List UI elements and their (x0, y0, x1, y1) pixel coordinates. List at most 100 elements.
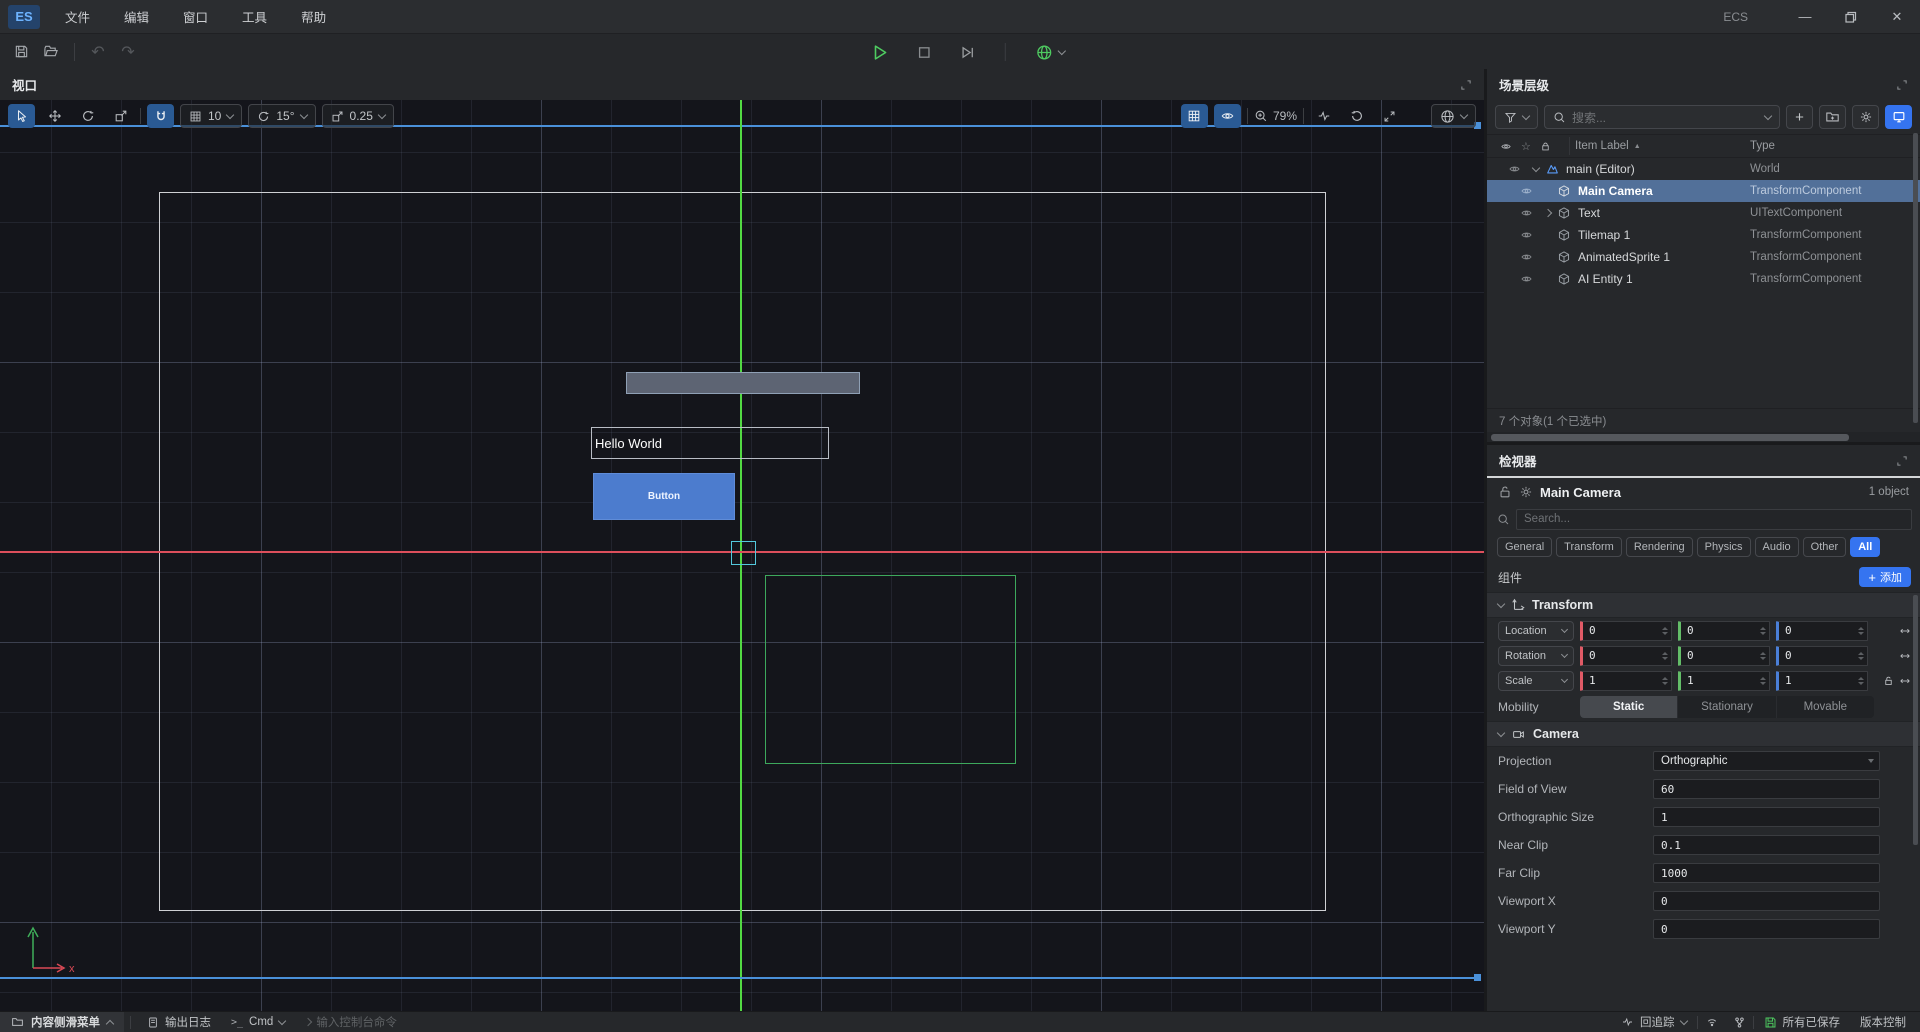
zoom-indicator[interactable]: 79% (1254, 109, 1297, 123)
location-dropdown[interactable]: Location (1498, 621, 1574, 641)
hierarchy-search-input[interactable]: 搜索... (1544, 105, 1780, 129)
play-button[interactable] (865, 38, 895, 66)
eye-icon[interactable] (1507, 163, 1522, 175)
chevron-right-icon[interactable] (1544, 209, 1552, 217)
output-log-button[interactable]: 输出日志 (137, 1014, 221, 1030)
lock-open-icon[interactable] (1498, 485, 1512, 499)
ui-panel-object[interactable] (626, 372, 860, 394)
tree-row-tilemap[interactable]: Tilemap 1 TransformComponent (1487, 224, 1920, 246)
tab-audio[interactable]: Audio (1755, 537, 1799, 557)
tree-row-text[interactable]: Text UITextComponent (1487, 202, 1920, 224)
open-project-button[interactable] (36, 38, 66, 66)
viewport-x-field[interactable]: 0 (1653, 891, 1880, 911)
menu-edit[interactable]: 编辑 (107, 0, 166, 33)
menu-help[interactable]: 帮助 (284, 0, 343, 33)
stepper-icon[interactable] (1858, 652, 1864, 660)
eye-icon[interactable] (1519, 229, 1534, 241)
stepper-icon[interactable] (1858, 627, 1864, 635)
ui-text-object[interactable]: Hello World (591, 427, 829, 459)
select-tool-button[interactable] (8, 104, 35, 128)
tab-transform[interactable]: Transform (1556, 537, 1622, 557)
eye-icon[interactable] (1519, 185, 1534, 197)
tab-general[interactable]: General (1497, 537, 1552, 557)
scene-canvas[interactable]: 10 15° 0.25 (0, 100, 1484, 1011)
hierarchy-horizontal-scrollbar[interactable] (1487, 432, 1920, 442)
step-button[interactable] (953, 38, 983, 66)
location-x-field[interactable]: 0 (1580, 621, 1672, 641)
stepper-icon[interactable] (1760, 652, 1766, 660)
tab-physics[interactable]: Physics (1697, 537, 1751, 557)
menu-window[interactable]: 窗口 (166, 0, 225, 33)
location-z-field[interactable]: 0 (1776, 621, 1868, 641)
ui-button-object[interactable]: Button (593, 473, 735, 520)
maximize-button[interactable] (1828, 0, 1874, 33)
scale-snap-dropdown[interactable]: 0.25 (322, 104, 394, 128)
move-tool-button[interactable] (41, 104, 68, 128)
tree-row-main-camera[interactable]: Main Camera TransformComponent (1487, 180, 1920, 202)
far-clip-field[interactable]: 1000 (1653, 863, 1880, 883)
hierarchy-expand-icon[interactable] (1896, 79, 1908, 91)
scale-z-field[interactable]: 1 (1776, 671, 1868, 691)
redo-button[interactable]: ↷ (113, 38, 143, 66)
selection-box[interactable] (731, 541, 756, 565)
filter-dropdown[interactable] (1495, 105, 1538, 129)
stepper-icon[interactable] (1760, 627, 1766, 635)
inspector-expand-icon[interactable] (1896, 455, 1908, 467)
grid-snap-dropdown[interactable]: 10 (180, 104, 242, 128)
tree-row-main[interactable]: main (Editor) World (1487, 158, 1920, 180)
canvas-guide-bottom[interactable] (0, 977, 1481, 979)
display-mode-button[interactable] (1885, 105, 1912, 129)
gizmo-visibility-toggle[interactable] (1214, 104, 1241, 128)
reset-view-button[interactable] (1343, 104, 1370, 128)
console-command-input[interactable]: 输入控制台命令 (295, 1014, 407, 1030)
mobility-static-option[interactable]: Static (1580, 696, 1678, 718)
stepper-icon[interactable] (1662, 677, 1668, 685)
undo-button[interactable]: ↶ (83, 38, 113, 66)
hierarchy-vertical-scrollbar[interactable] (1913, 133, 1918, 423)
link-axes-icon[interactable] (1898, 675, 1912, 687)
stats-button[interactable] (1310, 104, 1337, 128)
cmd-dropdown[interactable]: >_ Cmd (221, 1016, 295, 1028)
rotation-y-field[interactable]: 0 (1678, 646, 1770, 666)
stepper-icon[interactable] (1662, 652, 1668, 660)
stepper-icon[interactable] (1760, 677, 1766, 685)
transform-section-header[interactable]: Transform (1487, 592, 1920, 618)
rotation-z-field[interactable]: 0 (1776, 646, 1868, 666)
branch-button[interactable] (1726, 1016, 1753, 1029)
viewport-expand-icon[interactable] (1460, 79, 1472, 91)
tab-all[interactable]: All (1850, 537, 1880, 557)
grid-visibility-toggle[interactable] (1181, 104, 1208, 128)
type-column-header[interactable]: Type (1750, 140, 1775, 152)
minimize-button[interactable]: — (1782, 0, 1828, 33)
snap-toggle-button[interactable] (147, 104, 174, 128)
stepper-icon[interactable] (1858, 677, 1864, 685)
rotate-snap-dropdown[interactable]: 15° (248, 104, 315, 128)
location-y-field[interactable]: 0 (1678, 621, 1770, 641)
mobility-movable-option[interactable]: Movable (1777, 696, 1874, 718)
rotation-x-field[interactable]: 0 (1580, 646, 1672, 666)
tree-row-animatedsprite[interactable]: AnimatedSprite 1 TransformComponent (1487, 246, 1920, 268)
launch-target-dropdown[interactable] (1028, 38, 1072, 66)
eye-icon[interactable] (1519, 207, 1534, 219)
scale-dropdown[interactable]: Scale (1498, 671, 1574, 691)
add-component-button[interactable]: + 添加 (1859, 567, 1911, 587)
camera-section-header[interactable]: Camera (1487, 721, 1920, 747)
chevron-down-icon[interactable] (1532, 163, 1540, 171)
gear-icon[interactable] (1519, 485, 1533, 499)
inspector-search-input[interactable]: Search... (1516, 509, 1912, 530)
mobility-stationary-option[interactable]: Stationary (1678, 696, 1776, 718)
field-of-view-field[interactable]: 60 (1653, 779, 1880, 799)
tab-other[interactable]: Other (1803, 537, 1847, 557)
item-label-column-header[interactable]: Item Label ▲ (1575, 140, 1641, 152)
menu-file[interactable]: 文件 (48, 0, 107, 33)
viewport-mode-dropdown[interactable] (1431, 104, 1476, 128)
eye-icon[interactable] (1519, 251, 1534, 263)
scale-x-field[interactable]: 1 (1580, 671, 1672, 691)
network-status-button[interactable] (1698, 1016, 1726, 1028)
stop-button[interactable] (909, 38, 939, 66)
lock-scale-icon[interactable] (1883, 675, 1894, 687)
link-axes-icon[interactable] (1898, 625, 1912, 637)
inspector-vertical-scrollbar[interactable] (1913, 595, 1918, 845)
guide-handle[interactable] (1474, 974, 1481, 981)
viewport-y-field[interactable]: 0 (1653, 919, 1880, 939)
